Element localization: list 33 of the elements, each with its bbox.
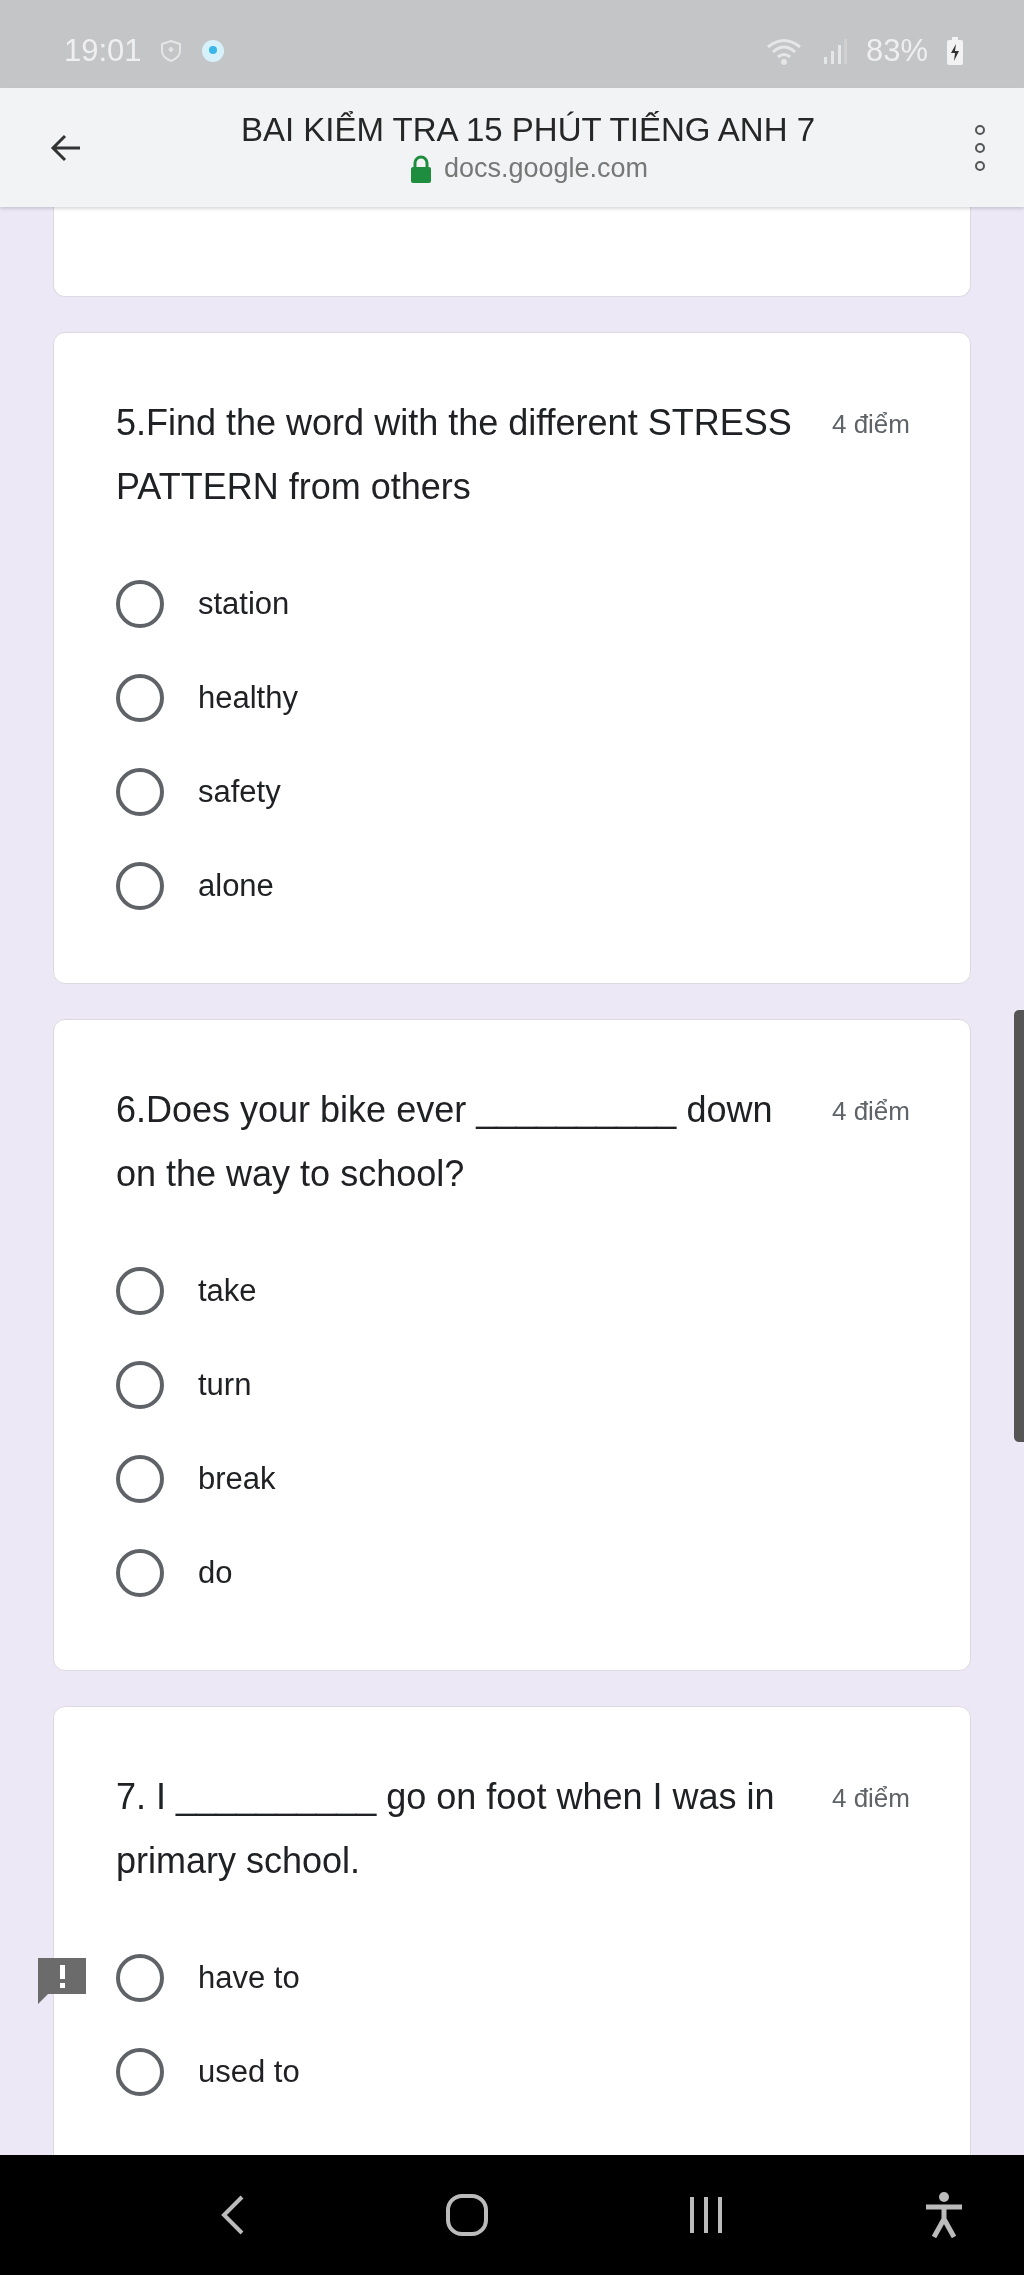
radio-option[interactable]: alone — [116, 839, 910, 933]
question-text: 5.Find the word with the different STRESS PATTERN from others — [116, 401, 793, 509]
page-url: docs.google.com — [443, 153, 649, 184]
radio-option[interactable]: take — [116, 1244, 910, 1338]
battery-icon — [946, 36, 964, 66]
points-label: 4 điểm — [831, 1096, 910, 1127]
radio-button[interactable] — [116, 1954, 164, 2002]
points-label: 4 điểm — [831, 409, 910, 440]
points-label: 4 điểm — [831, 1783, 910, 1814]
radio-option[interactable]: have to — [116, 1931, 910, 2025]
radio-option[interactable]: station — [116, 557, 910, 651]
radio-button[interactable] — [116, 674, 164, 722]
radio-button[interactable] — [116, 1267, 164, 1315]
radio-button[interactable] — [116, 1455, 164, 1503]
location-icon — [199, 38, 226, 64]
radio-button[interactable] — [116, 580, 164, 628]
radio-option[interactable]: used to — [116, 2025, 910, 2119]
signal-icon — [821, 37, 848, 65]
radio-option[interactable]: break — [116, 1432, 910, 1526]
page-title: BAI KIỂM TRA 15 PHÚT TIẾNG ANH 7 — [241, 111, 815, 149]
radio-button[interactable] — [116, 2048, 164, 2096]
radio-option[interactable]: healthy — [116, 651, 910, 745]
home-icon[interactable] — [444, 2192, 490, 2238]
radio-button[interactable] — [116, 768, 164, 816]
radio-button[interactable] — [116, 862, 164, 910]
question-text: 6.Does your bike ever __________ down on the way to school? — [116, 1088, 774, 1196]
question-text: 7. I __________ go on foot when I was in primary school. — [116, 1775, 776, 1883]
radio-option[interactable]: turn — [116, 1338, 910, 1432]
radio-option[interactable]: do — [116, 1526, 910, 1620]
radio-option[interactable]: safety — [116, 745, 910, 839]
radio-button[interactable] — [116, 1549, 164, 1597]
shield-icon — [159, 39, 182, 63]
radio-button[interactable] — [116, 1361, 164, 1409]
